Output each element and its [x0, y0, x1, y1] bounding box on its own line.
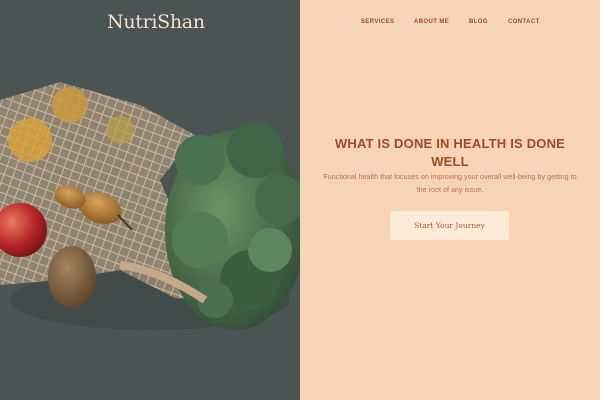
- nav-about-me[interactable]: ABOUT ME: [414, 19, 449, 25]
- nav-contact[interactable]: CONTACT: [508, 19, 540, 25]
- kale: [165, 122, 300, 330]
- brand-logo[interactable]: NutriShan: [107, 11, 205, 33]
- kiwi: [48, 246, 96, 308]
- hero-image-panel: NutriShan: [0, 0, 300, 400]
- hero-photo: [0, 82, 300, 330]
- hero-title: WHAT IS DONE IN HEALTH IS DONE WELL: [334, 136, 566, 169]
- nav-blog[interactable]: BLOG: [469, 19, 488, 25]
- hero-content-panel: SERVICES ABOUT ME BLOG CONTACT WHAT IS D…: [300, 0, 600, 400]
- start-journey-button[interactable]: Start Your Journey: [390, 211, 509, 240]
- hero-subtitle: Functional health that focuses on improv…: [323, 172, 577, 194]
- nav-services[interactable]: SERVICES: [361, 19, 394, 25]
